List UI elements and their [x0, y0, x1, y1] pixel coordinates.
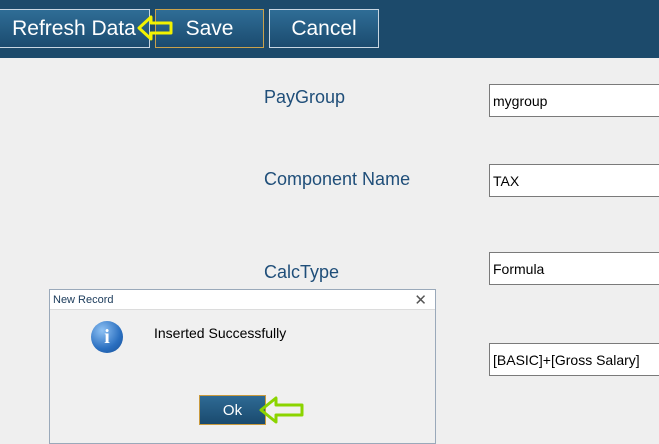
formula-field[interactable]: [BASIC]+[Gross Salary]	[489, 343, 659, 376]
paygroup-label: PayGroup	[264, 87, 346, 107]
component-name-label: Component Name	[264, 169, 411, 189]
close-icon[interactable]: ✕	[414, 291, 427, 309]
toolbar: Refresh Data Save Cancel	[0, 0, 659, 58]
dialog-titlebar: New Record ✕	[50, 290, 435, 310]
new-record-dialog: New Record ✕ i Inserted Successfully Ok	[49, 289, 436, 444]
calctype-label: CalcType	[264, 262, 340, 282]
yellow-arrow-icon	[137, 15, 173, 41]
calctype-field[interactable]: Formula	[489, 252, 659, 285]
paygroup-field[interactable]: mygroup	[489, 84, 659, 117]
dialog-message: Inserted Successfully	[154, 325, 287, 341]
component-name-field[interactable]: TAX	[489, 164, 659, 197]
ok-button[interactable]: Ok	[199, 395, 266, 425]
cancel-button[interactable]: Cancel	[269, 9, 379, 48]
info-icon: i	[91, 321, 123, 353]
refresh-data-button[interactable]: Refresh Data	[0, 9, 150, 48]
green-arrow-icon	[259, 396, 304, 424]
dialog-title: New Record	[53, 294, 114, 306]
